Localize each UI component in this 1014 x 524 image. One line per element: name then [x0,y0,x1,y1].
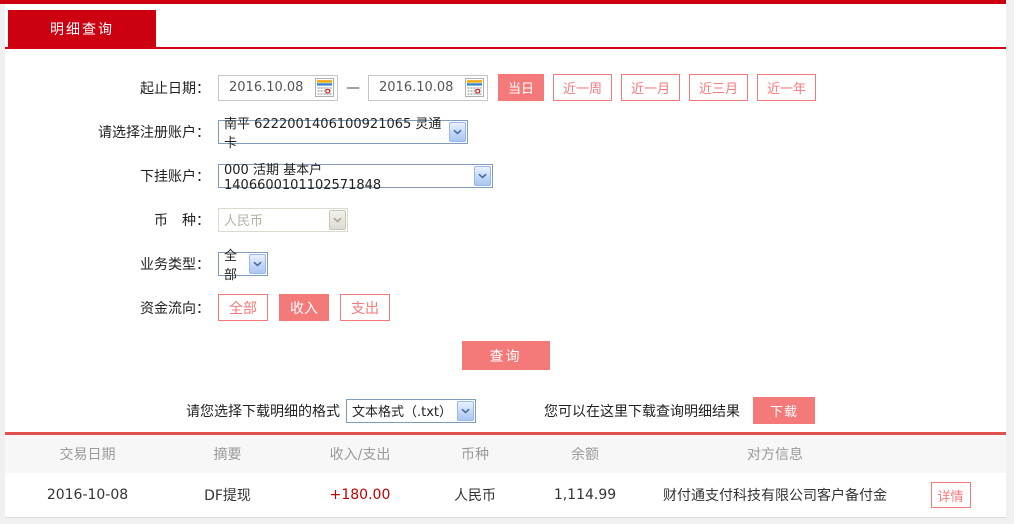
cell-currency: 人民币 [454,488,496,504]
fund-flow-label: 资金流向： [140,300,210,317]
fund-flow-income-button[interactable]: 收入 [279,294,329,321]
business-type-select[interactable]: 全部 [218,249,268,283]
currency-select: 人民币 [218,207,348,232]
table-row: 2016-10-08 DF提现 +180.00 人民币 1,114.99 财付通… [5,473,1006,517]
tab-detail-query[interactable]: 明细查询 [8,10,156,47]
download-format-label: 请您选择下载明细的格式 [186,403,340,420]
date-range-label: 起止日期： [140,80,210,97]
date-range-row: 起止日期： 2016.10.08 — 2016.10.08 当日 近一周 近一月… [5,74,1006,101]
chevron-down-icon [474,165,491,186]
business-type-label: 业务类型： [140,256,210,273]
sub-account-value: 000 活期 基本户 1406600101102571848 [224,162,382,193]
query-button-row: 查询 [5,341,1006,370]
registered-account-value: 南平 6222001406100921065 灵通卡 [224,116,442,151]
tab-underline [5,47,1006,49]
chevron-down-icon [329,209,346,230]
cell-trade-date: 2016-10-08 [46,487,129,503]
registered-account-label: 请选择注册账户： [98,124,210,141]
calendar-icon[interactable] [315,78,334,97]
header-counterparty: 对方信息 [747,447,803,463]
end-date-input[interactable]: 2016.10.08 [368,74,488,101]
header-income-expense: 收入/支出 [329,447,391,463]
registered-account-row: 请选择注册账户： 南平 6222001406100921065 灵通卡 [5,117,1006,151]
cell-amount: +180.00 [329,487,391,503]
calendar-icon[interactable] [465,78,484,97]
start-date-value: 2016.10.08 [229,80,304,95]
table-header-row: 交易日期 摘要 收入/支出 币种 余额 对方信息 [5,435,1006,473]
chevron-down-icon [457,400,474,421]
chevron-down-icon [249,253,266,274]
fund-flow-expense-button[interactable]: 支出 [340,294,390,321]
sub-account-select[interactable]: 000 活期 基本户 1406600101102571848 [218,163,493,193]
download-hint-text: 您可以在这里下载查询明细结果 [544,403,740,420]
cell-balance: 1,114.99 [553,487,617,503]
header-balance: 余额 [571,447,599,463]
download-button[interactable]: 下载 [753,397,815,424]
sub-account-row: 下挂账户： 000 活期 基本户 1406600101102571848 [5,162,1006,193]
quick-range-week-button[interactable]: 近一周 [553,74,613,101]
currency-value: 人民币 [224,214,264,229]
sub-account-label: 下挂账户： [140,168,210,185]
cell-counterparty: 财付通支付科技有限公司客户备付金 [663,488,887,504]
query-button[interactable]: 查询 [461,341,550,370]
detail-query-panel: 明细查询 起止日期： 2016.10.08 — 2016.10.08 当日 近一… [5,4,1006,518]
date-range-separator: — [346,79,360,96]
download-format-select[interactable]: 文本格式（.txt） [346,398,476,423]
currency-label: 币 种： [154,212,210,229]
header-summary: 摘要 [213,447,242,463]
download-format-value: 文本格式（.txt） [352,405,453,420]
detail-button[interactable]: 详情 [930,482,971,508]
quick-range-today-button[interactable]: 当日 [498,74,545,101]
business-type-row: 业务类型： 全部 [5,249,1006,283]
start-date-input[interactable]: 2016.10.08 [218,74,338,101]
business-type-value: 全部 [224,248,238,283]
query-form: 起止日期： 2016.10.08 — 2016.10.08 当日 近一周 近一月… [5,74,1006,338]
results-table: 交易日期 摘要 收入/支出 币种 余额 对方信息 2016-10-08 DF提现… [5,432,1006,517]
fund-flow-all-button[interactable]: 全部 [218,294,268,321]
chevron-down-icon [449,121,466,142]
end-date-value: 2016.10.08 [379,80,454,95]
download-row: 请您选择下载明细的格式 文本格式（.txt） 您可以在这里下载查询明细结果 下载 [5,397,1006,424]
header-trade-date: 交易日期 [59,447,116,463]
quick-range-month-button[interactable]: 近一月 [621,74,681,101]
quick-range-3months-button[interactable]: 近三月 [689,74,749,101]
header-currency: 币种 [461,447,489,463]
fund-flow-row: 资金流向： 全部 收入 支出 [5,294,1006,321]
registered-account-select[interactable]: 南平 6222001406100921065 灵通卡 [218,117,468,151]
currency-row: 币 种： 人民币 [5,206,1006,233]
cell-summary: DF提现 [204,488,251,504]
quick-range-year-button[interactable]: 近一年 [757,74,817,101]
